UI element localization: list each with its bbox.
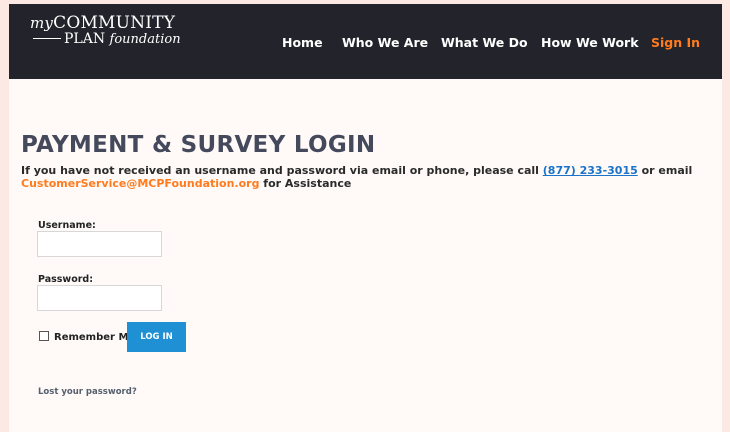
logo-line1: COMMUNITY	[53, 13, 176, 33]
email-link[interactable]: CustomerService@MCPFoundation.org	[21, 177, 259, 190]
password-label: Password:	[38, 274, 94, 285]
lost-password-link[interactable]: Lost your password?	[38, 387, 137, 397]
logo-prefix: my	[30, 14, 54, 32]
login-button[interactable]: LOG IN	[127, 322, 186, 352]
remember-me-label: Remember Me	[54, 332, 136, 343]
password-input[interactable]	[37, 285, 162, 311]
site-header: myCOMMUNITY PLAN foundation Home Who We …	[9, 4, 722, 79]
logo-dash	[33, 37, 61, 39]
notice-text-mid: or email	[637, 164, 693, 177]
notice-text-pre: If you have not received an username and…	[21, 164, 543, 177]
page-title: PAYMENT & SURVEY LOGIN	[21, 132, 376, 158]
username-label: Username:	[38, 220, 96, 231]
remember-me-control[interactable]: Remember Me	[39, 331, 136, 343]
username-input[interactable]	[37, 231, 162, 257]
site-logo[interactable]: myCOMMUNITY PLAN foundation	[30, 14, 181, 47]
remember-me-checkbox[interactable]	[39, 331, 49, 341]
logo-suffix: foundation	[109, 32, 181, 47]
phone-link[interactable]: (877) 233-3015	[543, 164, 638, 177]
nav-home[interactable]: Home	[282, 35, 323, 50]
nav-what-we-do[interactable]: What We Do	[441, 35, 528, 50]
nav-sign-in[interactable]: Sign In	[651, 35, 700, 50]
nav-who-we-are[interactable]: Who We Are	[342, 35, 428, 50]
logo-line2: PLAN	[64, 31, 106, 47]
notice-text-post: for Assistance	[259, 177, 352, 190]
assistance-notice: If you have not received an username and…	[21, 164, 701, 190]
page-container: myCOMMUNITY PLAN foundation Home Who We …	[9, 4, 722, 432]
nav-how-we-work[interactable]: How We Work	[541, 35, 639, 50]
